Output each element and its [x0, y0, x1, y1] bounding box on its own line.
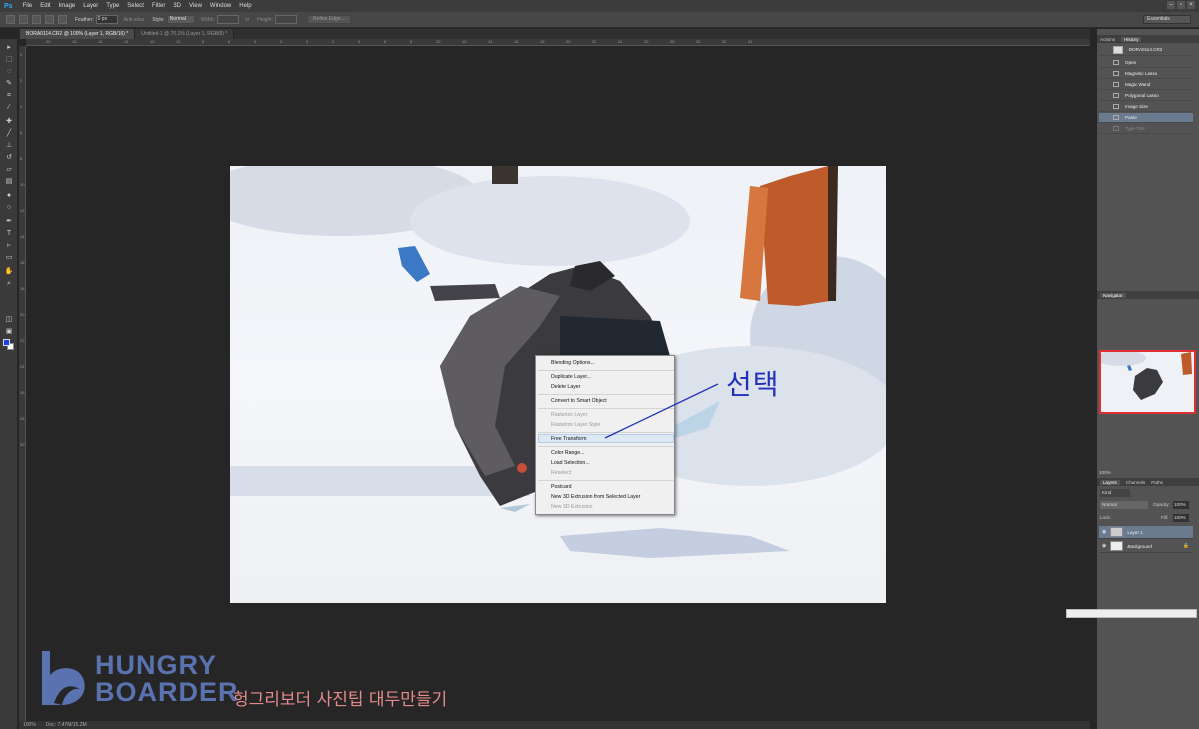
history-item-label: Type Tool — [1125, 126, 1145, 131]
tab-channels[interactable]: Channels — [1126, 480, 1145, 485]
eye-icon[interactable]: ◉ — [1102, 529, 1106, 535]
navigator-thumbnail[interactable] — [1099, 350, 1196, 414]
logo-line-1: HUNGRY — [95, 650, 218, 680]
opacity-input[interactable]: 100% — [1173, 501, 1189, 509]
logo-line-2: BOARDER — [95, 677, 239, 707]
history-item[interactable]: Polygonal Lasso — [1099, 91, 1193, 101]
logo-subtitle: 헝그리보더 사진팁 대두만들기 — [233, 690, 448, 710]
status-bar: 100% Doc: 7.47M/15.2M — [19, 721, 1090, 729]
history-item-label: Magnetic Lasso — [1125, 71, 1158, 76]
eye-icon[interactable]: ◉ — [1102, 543, 1106, 549]
history-item[interactable]: Magnetic Lasso — [1099, 69, 1193, 79]
history-item-label: Image Size — [1125, 104, 1148, 109]
layer-name: Layer 1 — [1127, 529, 1143, 535]
history-item[interactable]: Magic Wand — [1099, 80, 1193, 90]
history-snapshot[interactable]: BORA0114.CR2 — [1099, 44, 1193, 56]
history-item-label: Polygonal Lasso — [1125, 93, 1159, 98]
fill-label: Fill: — [1161, 515, 1169, 520]
history-item[interactable]: Open — [1099, 58, 1193, 68]
tab-layers[interactable]: Layers — [1100, 479, 1120, 485]
kind-label: Kind — [1102, 490, 1112, 495]
layer-thumbnail — [1110, 541, 1124, 551]
tab-actions[interactable]: Actions — [1100, 37, 1115, 42]
history-item-label: Open — [1125, 60, 1137, 65]
navigator-zoom[interactable]: 100% — [1099, 470, 1111, 475]
layer-thumbnail — [1110, 527, 1124, 537]
minimized-window[interactable] — [1066, 609, 1197, 618]
tab-navigator[interactable]: Navigator — [1100, 292, 1126, 298]
zoom-level[interactable]: 100% — [23, 722, 36, 728]
annotation-line — [604, 383, 719, 439]
layer-name: Background — [1127, 543, 1152, 549]
tab-history[interactable]: History — [1121, 36, 1142, 42]
document-icon — [1113, 60, 1119, 65]
tab-paths[interactable]: Paths — [1151, 480, 1163, 485]
history-item[interactable]: Image Size — [1099, 102, 1193, 112]
lasso-icon — [1113, 71, 1119, 76]
navigator-panel-header: Navigator — [1097, 291, 1199, 299]
doc-size[interactable]: Doc: 7.47M/15.2M — [46, 722, 87, 728]
snapshot-label: BORA0114.CR2 — [1129, 47, 1163, 52]
lock-label: Lock: — [1100, 515, 1111, 520]
kind-filter-select[interactable]: Kind — [1100, 489, 1130, 497]
history-item[interactable]: Type Tool — [1099, 124, 1193, 134]
hungry-boarder-logo-icon — [42, 651, 85, 705]
history-item-label: Paste — [1125, 115, 1137, 120]
polygonal-lasso-icon — [1113, 93, 1119, 98]
navigator-preview — [1101, 352, 1194, 412]
type-icon — [1113, 126, 1119, 131]
history-panel-header: Actions History — [1097, 35, 1199, 43]
history-item[interactable]: Paste — [1099, 113, 1193, 123]
layer-row[interactable]: ◉ Background 🔒 — [1099, 540, 1193, 553]
fill-input[interactable]: 100% — [1173, 514, 1189, 522]
annotation-text: 선택 — [726, 368, 780, 401]
annotation-overlay — [604, 383, 719, 439]
right-panel-dock: Actions History BORA0114.CR2 Open Magnet… — [1097, 29, 1199, 729]
image-size-icon — [1113, 104, 1119, 109]
history-item-label: Magic Wand — [1125, 82, 1151, 87]
magic-wand-icon — [1113, 82, 1119, 87]
blend-mode-select[interactable]: Normal — [1100, 501, 1148, 509]
lock-icon: 🔒 — [1183, 543, 1189, 548]
paste-icon — [1113, 115, 1119, 120]
blend-mode-value: Normal — [1102, 502, 1117, 507]
layer-row[interactable]: ◉ Layer 1 — [1099, 526, 1193, 539]
snapshot-thumbnail — [1113, 45, 1123, 54]
layers-panel-header: Layers Channels Paths — [1097, 478, 1199, 486]
foreground-color-swatch[interactable] — [3, 339, 10, 346]
opacity-label: Opacity: — [1153, 502, 1170, 507]
